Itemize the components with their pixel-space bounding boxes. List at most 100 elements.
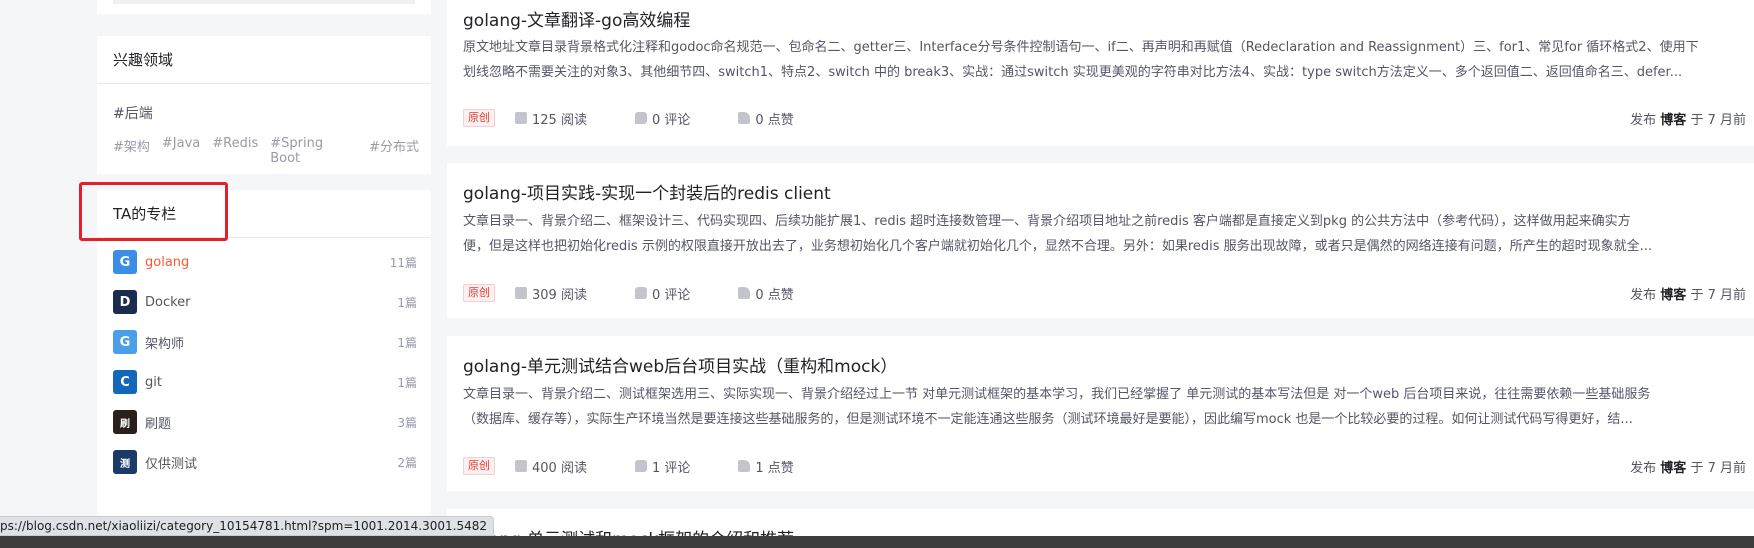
read-count-text: 309 阅读 [532,287,587,303]
article-meta: 原创 309 阅读 0 评论 0 点赞 发布 博客 于 7 月前 [463,283,1746,303]
article-description[interactable]: 文章目录一、背景介绍二、框架设计三、代码实现四、后续功能扩展1、redis 超时… [463,209,1746,259]
column-item-label: git [145,374,162,390]
read-count-text: 125 阅读 [532,112,587,128]
link-status-bar: ps://blog.csdn.net/xiaoliizi/category_10… [0,516,494,536]
article-meta: 原创 125 阅读 0 评论 0 点赞 发布 博客 于 7 月前 [463,108,1746,128]
article-title[interactable]: golang-项目实践-实现一个封装后的redis client [463,179,831,204]
column-item-count: 1篇 [397,375,417,390]
bottom-edge-bar [0,536,1754,548]
golang-column-icon: G [113,250,137,274]
article-description-line: 文章目录一、背景介绍二、测试框架选用三、实际实现一、背景介绍经过上一节 对单元测… [463,387,1651,402]
article-card[interactable]: golang-文章翻译-go高效编程 原文地址文章目录背景格式化注释和godoc… [447,0,1754,146]
exercises-column-icon: 刷 [113,410,137,434]
publish-prefix: 发布 [1630,112,1657,128]
interest-tag[interactable]: #Java [162,136,200,166]
article-description-line: （数据库、缓存等），实际生产环境当然是要连接这些基础服务的，但是测试环境不一定能… [463,412,1633,427]
git-column-icon: C [113,370,137,394]
article-card[interactable]: golang-单元测试结合web后台项目实战（重构和mock） 文章目录一、背景… [447,336,1754,491]
column-item-docker[interactable]: D Docker 1篇 [97,282,431,322]
article-description-line: 便，但是这样也把初始化redis 示例的权限直接开放出去了，业务想初始化几个客户… [463,239,1653,254]
column-item-label: 仅供测试 [145,456,198,472]
column-item-test[interactable]: 测 仅供测试 2篇 [97,442,431,482]
column-item-label: 刷题 [145,416,172,432]
column-list: G golang 11篇 D Docker 1篇 G 架构师 1篇 C git … [97,238,431,482]
article-title[interactable]: golang-单元测试结合web后台项目实战（重构和mock） [463,352,897,377]
like-count[interactable]: 0 点赞 [738,109,794,128]
article-description-line: 划线忽略不需要关注的对象3、其他细节四、switch1、特点2、switch 中… [463,65,1683,80]
eye-icon [515,460,527,472]
publish-prefix: 发布 [1630,460,1657,476]
like-count-text: 1 点赞 [755,460,794,476]
interest-main-tag[interactable]: #后端 [113,103,153,123]
column-item-count: 11篇 [389,255,417,270]
column-item-count: 1篇 [397,335,417,350]
original-badge: 原创 [463,457,495,475]
interest-tags: #架构 #Java #Redis #Spring Boot #分布式 [113,136,431,166]
comment-icon [634,460,647,472]
eye-icon [515,287,527,299]
publish-time: 于 7 月前 [1690,460,1746,476]
publish-prefix: 发布 [1630,287,1657,303]
comment-count[interactable]: 0 评论 [634,284,691,303]
column-item-architect[interactable]: G 架构师 1篇 [97,322,431,362]
column-item-exercises[interactable]: 刷 刷题 3篇 [97,402,431,442]
like-count-text: 0 点赞 [755,287,794,303]
interest-card: 兴趣领域 #后端 #架构 #Java #Redis #Spring Boot #… [97,36,431,174]
comment-count-text: 1 评论 [651,460,691,476]
interest-tag[interactable]: #分布式 [369,136,419,166]
comment-count[interactable]: 0 评论 [634,109,691,128]
comment-count-text: 0 评论 [651,112,691,128]
read-count: 309 阅读 [515,284,587,303]
like-count-text: 0 点赞 [755,112,794,128]
sidebar-card-top [97,0,431,14]
eye-icon [515,112,527,124]
read-count: 400 阅读 [515,457,587,476]
like-count[interactable]: 1 点赞 [738,457,794,476]
comment-icon [634,287,647,299]
interest-tag[interactable]: #架构 [113,136,150,166]
comment-icon [634,112,647,124]
column-item-git[interactable]: C git 1篇 [97,362,431,402]
comment-count[interactable]: 1 评论 [634,457,691,476]
article-description[interactable]: 原文地址文章目录背景格式化注释和godoc命名规范一、包命名二、getter三、… [463,35,1746,85]
column-item-label: 架构师 [145,336,185,352]
article-card[interactable]: golang-项目实践-实现一个封装后的redis client 文章目录一、背… [447,163,1754,318]
article-meta: 原创 400 阅读 1 评论 1 点赞 发布 博客 于 7 月前 [463,456,1746,476]
thumbs-up-icon [738,287,751,299]
article-title[interactable]: golang-文章翻译-go高效编程 [463,6,690,31]
thumbs-up-icon [738,112,751,124]
column-item-count: 1篇 [397,295,417,310]
column-item-label: golang [145,254,190,270]
read-count: 125 阅读 [515,109,587,128]
column-item-count: 2篇 [397,455,417,470]
comment-count-text: 0 评论 [651,287,691,303]
like-count[interactable]: 0 点赞 [738,284,794,303]
docker-column-icon: D [113,290,137,314]
interest-title: 兴趣领域 [97,36,431,84]
publish-info: 发布 博客 于 7 月前 [1630,457,1746,476]
column-item-golang[interactable]: G golang 11篇 [97,242,431,282]
original-badge: 原创 [463,109,495,127]
column-card: TA的专栏 G golang 11篇 D Docker 1篇 G 架构师 1篇 … [97,190,431,548]
article-description-line: 原文地址文章目录背景格式化注释和godoc命名规范一、包命名二、getter三、… [463,40,1699,55]
article-description[interactable]: 文章目录一、背景介绍二、测试框架选用三、实际实现一、背景介绍经过上一节 对单元测… [463,382,1746,432]
architect-column-icon: G [113,330,137,354]
publish-author: 博客 [1660,112,1687,128]
column-item-label: Docker [145,294,191,310]
read-count-text: 400 阅读 [532,460,587,476]
publish-author: 博客 [1660,287,1687,303]
sidebar-card-top-bar [113,0,415,4]
column-item-count: 3篇 [397,415,417,430]
publish-author: 博客 [1660,460,1687,476]
original-badge: 原创 [463,284,495,302]
column-title: TA的专栏 [97,190,431,238]
thumbs-up-icon [738,460,751,472]
publish-info: 发布 博客 于 7 月前 [1630,109,1746,128]
interest-tag[interactable]: #Redis [212,136,258,166]
publish-time: 于 7 月前 [1690,112,1746,128]
article-description-line: 文章目录一、背景介绍二、框架设计三、代码实现四、后续功能扩展1、redis 超时… [463,214,1631,229]
publish-info: 发布 博客 于 7 月前 [1630,284,1746,303]
publish-time: 于 7 月前 [1690,287,1746,303]
interest-tag[interactable]: #Spring Boot [270,136,357,166]
test-column-icon: 测 [113,450,137,474]
